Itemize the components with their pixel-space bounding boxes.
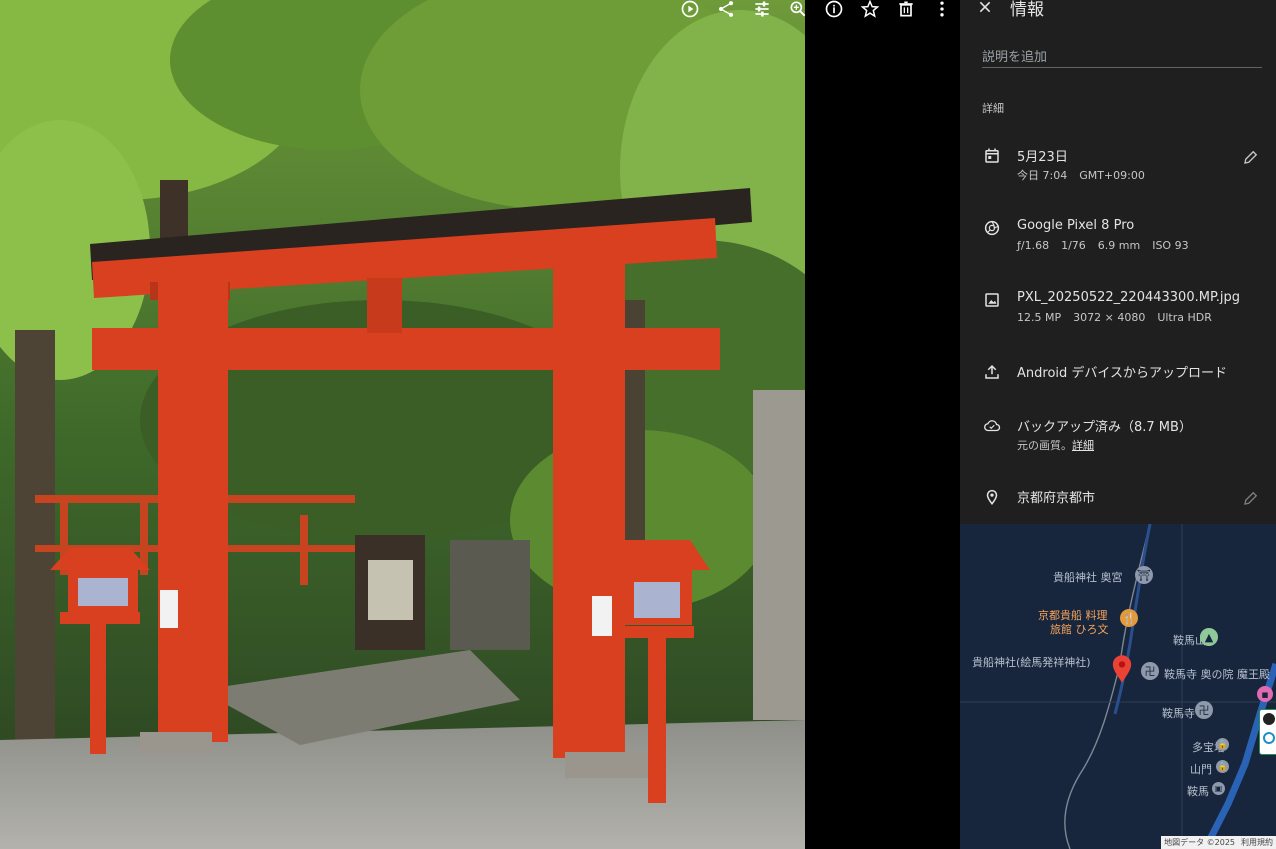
map-label-sanmon: 山門 <box>1190 763 1212 776</box>
time-text: 今日 7:04 <box>1017 169 1068 182</box>
backup-subtitle: 元の画質。詳細 <box>1017 437 1094 453</box>
temple-icon-2: 卍 <box>1195 701 1213 719</box>
photo[interactable] <box>0 0 805 849</box>
info-icon <box>825 0 843 18</box>
attribution-text: 地図データ ©2025 <box>1164 838 1235 847</box>
map-label-kurama: 鞍馬 <box>1187 785 1209 798</box>
temple-icon: 卍 <box>1141 662 1159 680</box>
map-pin-icon <box>1112 655 1132 683</box>
edit-button[interactable] <box>744 0 780 24</box>
description-input[interactable] <box>982 50 1262 65</box>
slideshow-button[interactable] <box>672 0 708 24</box>
mountain-icon: ▲ <box>1200 628 1218 646</box>
details-section-label: 詳細 <box>982 102 1004 115</box>
upload-text: Android デバイスからアップロード <box>1017 366 1228 381</box>
share-icon <box>718 1 734 17</box>
map-label-ryokan-2: 旅館 ひろ文 <box>1050 623 1109 636</box>
map-label-kibune: 貴船神社(絵馬発祥神社) <box>972 656 1091 669</box>
calendar-icon <box>982 146 1002 166</box>
shop-icon: ▪ <box>1257 686 1273 702</box>
delete-icon <box>899 1 913 17</box>
hdr-text: Ultra HDR <box>1157 311 1212 324</box>
shrine-icon: ⛩ <box>1135 566 1153 584</box>
shutter-text: 1/76 <box>1061 239 1086 252</box>
edit-icon <box>755 1 769 17</box>
details-link[interactable]: 詳細 <box>1072 439 1094 452</box>
lock-icon-2: 🔒 <box>1216 760 1229 773</box>
torii-photo <box>0 0 805 849</box>
image-icon <box>982 290 1002 310</box>
description-field <box>982 46 1262 68</box>
dimensions-text: 3072 × 4080 <box>1073 311 1146 324</box>
star-icon <box>860 0 880 18</box>
photo-toolbar <box>672 0 960 24</box>
map-label-okumiya: 貴船神社 奥宮 <box>1053 571 1123 584</box>
overlay-close-icon[interactable] <box>1263 713 1275 725</box>
map-label-kuramadera: 鞍馬寺 <box>1162 707 1195 720</box>
info-panel-header: 情報 <box>960 0 1276 22</box>
close-icon <box>979 1 991 13</box>
overlay-badge-icon <box>1263 732 1275 744</box>
edit-location-icon[interactable] <box>1242 489 1260 507</box>
edit-date-icon[interactable] <box>1242 148 1260 166</box>
share-button[interactable] <box>708 0 744 24</box>
favorite-button[interactable] <box>852 0 888 24</box>
zoom-button[interactable] <box>780 0 816 24</box>
more-options-button[interactable] <box>924 0 960 24</box>
location-text: 京都府京都市 <box>1017 491 1096 506</box>
iso-text: ISO 93 <box>1152 239 1189 252</box>
train-icon: ▣ <box>1212 782 1225 795</box>
file-name: PXL_20250522_220443300.MP.jpg <box>1017 290 1241 305</box>
photo-viewer <box>0 0 960 849</box>
quality-text: 元の画質。 <box>1017 439 1072 452</box>
aperture-text: ƒ/1.68 <box>1017 239 1050 252</box>
date-title: 5月23日 <box>1017 150 1068 165</box>
focal-text: 6.9 mm <box>1097 239 1141 252</box>
camera-specs: ƒ/1.68 1/76 6.9 mm ISO 93 <box>1017 239 1189 252</box>
map-label-okunoin: 鞍馬寺 奥の院 魔王殿 <box>1164 668 1270 681</box>
zoom-icon <box>790 1 806 17</box>
map-attribution: 地図データ ©2025 利用規約 <box>1161 836 1276 849</box>
backup-title: バックアップ済み（8.7 MB） <box>1017 420 1192 435</box>
file-specs: 12.5 MP 3072 × 4080 Ultra HDR <box>1017 311 1212 324</box>
more-icon <box>940 1 944 17</box>
lock-icon: 🔒 <box>1216 738 1229 751</box>
timezone-text: GMT+09:00 <box>1079 169 1145 182</box>
camera-icon <box>982 218 1002 238</box>
location-map[interactable]: 貴船神社 奥宮 ⛩ 京都貴船 料理 旅館 ひろ文 🍴 鞍馬山 ▲ 貴船神社(絵馬… <box>960 524 1276 849</box>
delete-button[interactable] <box>888 0 924 24</box>
megapixels-text: 12.5 MP <box>1017 311 1062 324</box>
overlay-widget[interactable] <box>1259 709 1276 755</box>
close-button[interactable] <box>970 0 1000 22</box>
terms-link[interactable]: 利用規約 <box>1241 837 1273 848</box>
cloud-done-icon <box>982 416 1002 436</box>
slideshow-icon <box>681 0 699 18</box>
camera-model: Google Pixel 8 Pro <box>1017 218 1135 233</box>
upload-icon <box>982 362 1002 382</box>
info-button[interactable] <box>816 0 852 24</box>
date-subtitle: 今日 7:04 GMT+09:00 <box>1017 167 1145 183</box>
location-pin-icon <box>982 487 1002 507</box>
info-panel-title: 情報 <box>1010 0 1044 20</box>
restaurant-icon: 🍴 <box>1120 609 1138 627</box>
